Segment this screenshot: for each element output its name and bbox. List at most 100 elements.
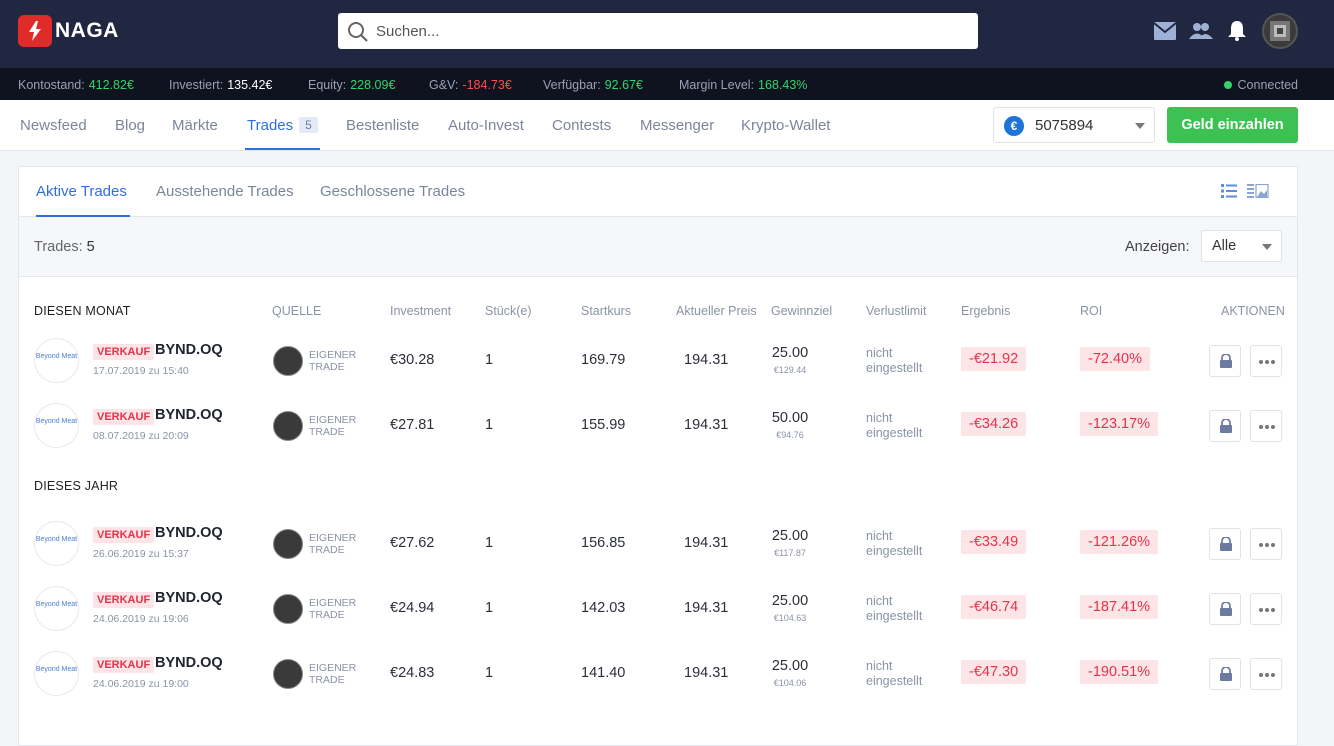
- trades-count-badge: 5: [299, 117, 318, 133]
- chevron-down-icon: [1135, 123, 1145, 129]
- tab-pending-trades[interactable]: Ausstehende Trades: [156, 183, 294, 200]
- nav-trades[interactable]: Trades 5: [247, 117, 318, 134]
- nav-markets[interactable]: Märkte: [172, 117, 218, 134]
- show-filter-select[interactable]: Alle: [1201, 230, 1282, 262]
- source-avatar: [273, 594, 303, 624]
- roi-value: -190.51%: [1080, 660, 1159, 684]
- available-stat: Verfügbar: 92.67€: [543, 78, 643, 92]
- mail-icon[interactable]: [1154, 22, 1176, 40]
- margin-value: 168.43%: [758, 78, 808, 92]
- balance-stat: Kontostand: 412.82€: [18, 78, 134, 92]
- more-actions-button[interactable]: [1250, 658, 1282, 690]
- more-actions-button[interactable]: [1250, 528, 1282, 560]
- nav-contests[interactable]: Contests: [552, 117, 611, 134]
- bell-icon[interactable]: [1228, 20, 1246, 41]
- units-value: 1: [485, 665, 494, 681]
- col-take-profit: Gewinnziel: [771, 304, 833, 318]
- side-badge: VERKAUF: [93, 527, 155, 543]
- open-date: 24.06.2019 zu 19:00: [93, 678, 189, 690]
- investment-value: €27.62: [390, 535, 435, 551]
- stop-loss-value[interactable]: nicht eingestellt: [866, 659, 936, 689]
- roi-value: -72.40%: [1080, 347, 1151, 371]
- units-value: 1: [485, 535, 494, 551]
- list-view-icon[interactable]: [1221, 184, 1237, 198]
- lock-icon: [1220, 537, 1232, 551]
- take-profit-value[interactable]: 25.00: [771, 658, 809, 674]
- card-view-icon[interactable]: [1247, 184, 1269, 198]
- table-row[interactable]: Beyond Meat VERKAUF BYND.OQ 08.07.2019 zu 2…: [0, 399, 1334, 455]
- instrument-symbol[interactable]: BYND.OQ: [155, 525, 223, 541]
- col-source: QUELLE: [272, 304, 322, 318]
- nav-newsfeed[interactable]: Newsfeed: [20, 117, 87, 134]
- start-price-value: 169.79: [581, 352, 626, 368]
- lock-button[interactable]: [1209, 345, 1241, 377]
- more-actions-button[interactable]: [1250, 410, 1282, 442]
- take-profit-value[interactable]: 25.00: [771, 345, 809, 361]
- start-price-value: 156.85: [581, 535, 626, 551]
- instrument-logo: Beyond Meat: [34, 586, 79, 631]
- take-profit-value[interactable]: 25.00: [771, 528, 809, 544]
- nav-auto-invest[interactable]: Auto-Invest: [448, 117, 524, 134]
- stop-loss-value[interactable]: nicht eingestellt: [866, 411, 936, 441]
- invested-stat: Investiert: 135.42€: [169, 78, 272, 92]
- lock-button[interactable]: [1209, 528, 1241, 560]
- naga-logo-icon[interactable]: [18, 15, 52, 47]
- table-row[interactable]: Beyond Meat VERKAUF BYND.OQ 24.06.2019 zu 1…: [0, 647, 1334, 703]
- table-row[interactable]: Beyond Meat VERKAUF BYND.OQ 24.06.2019 zu 1…: [0, 582, 1334, 638]
- col-actions: AKTIONEN: [1221, 304, 1285, 318]
- investment-value: €24.94: [390, 600, 435, 616]
- invested-label: Investiert:: [169, 78, 224, 92]
- account-selector[interactable]: € 5075894: [993, 107, 1155, 143]
- current-price-value: 194.31: [684, 665, 729, 681]
- take-profit-value[interactable]: 50.00: [771, 410, 809, 426]
- nav-blog[interactable]: Blog: [115, 117, 145, 134]
- current-price-value: 194.31: [684, 535, 729, 551]
- deposit-button[interactable]: Geld einzahlen: [1167, 107, 1298, 143]
- instrument-symbol[interactable]: BYND.OQ: [155, 590, 223, 606]
- user-avatar[interactable]: [1262, 13, 1298, 49]
- more-actions-button[interactable]: [1250, 345, 1282, 377]
- stop-loss-value[interactable]: nicht eingestellt: [866, 594, 936, 624]
- app-name[interactable]: NAGA: [55, 19, 119, 43]
- main-nav: Newsfeed Blog Märkte Trades 5 Bestenliste…: [0, 100, 1334, 151]
- instrument-logo: Beyond Meat: [34, 403, 79, 448]
- roi-value: -121.26%: [1080, 530, 1159, 554]
- start-price-value: 141.40: [581, 665, 626, 681]
- open-date: 08.07.2019 zu 20:09: [93, 430, 189, 442]
- lock-button[interactable]: [1209, 410, 1241, 442]
- nav-crypto-wallet[interactable]: Krypto-Wallet: [741, 117, 830, 134]
- search-input[interactable]: [376, 13, 966, 49]
- nav-leaderboard[interactable]: Bestenliste: [346, 117, 419, 134]
- tab-closed-trades[interactable]: Geschlossene Trades: [320, 183, 465, 200]
- instrument-symbol[interactable]: BYND.OQ: [155, 655, 223, 671]
- top-bar: NAGA: [0, 0, 1334, 68]
- search-box[interactable]: [338, 13, 978, 49]
- trade-subtabs: Aktive Trades Ausstehende Trades Geschlo…: [19, 167, 1297, 217]
- section-this-year: DIESES JAHR: [34, 479, 119, 493]
- table-row[interactable]: Beyond Meat VERKAUF BYND.OQ 26.06.2019 zu 1…: [0, 517, 1334, 573]
- lock-icon: [1220, 419, 1232, 433]
- available-label: Verfügbar:: [543, 78, 601, 92]
- lock-button[interactable]: [1209, 593, 1241, 625]
- instrument-symbol[interactable]: BYND.OQ: [155, 342, 223, 358]
- account-number: 5075894: [1035, 117, 1094, 134]
- table-row[interactable]: Beyond Meat VERKAUF BYND.OQ 17.07.2019 zu 1…: [0, 334, 1334, 390]
- more-actions-button[interactable]: [1250, 593, 1282, 625]
- users-icon[interactable]: [1189, 22, 1213, 40]
- tab-active-trades[interactable]: Aktive Trades: [36, 183, 127, 200]
- open-date: 24.06.2019 zu 19:06: [93, 613, 189, 625]
- trades-count-label: Trades:: [34, 239, 83, 255]
- lock-button[interactable]: [1209, 658, 1241, 690]
- instrument-symbol[interactable]: BYND.OQ: [155, 407, 223, 423]
- current-price-value: 194.31: [684, 417, 729, 433]
- more-dots-icon: [1259, 673, 1275, 677]
- lock-icon: [1220, 667, 1232, 681]
- nav-messenger[interactable]: Messenger: [640, 117, 714, 134]
- trades-count: Trades: 5: [34, 239, 95, 255]
- stop-loss-value[interactable]: nicht eingestellt: [866, 346, 936, 376]
- show-filter-value: Alle: [1212, 238, 1237, 254]
- take-profit-value[interactable]: 25.00: [771, 593, 809, 609]
- start-price-value: 155.99: [581, 417, 626, 433]
- nav-trades-label: Trades: [247, 117, 294, 134]
- stop-loss-value[interactable]: nicht eingestellt: [866, 529, 936, 559]
